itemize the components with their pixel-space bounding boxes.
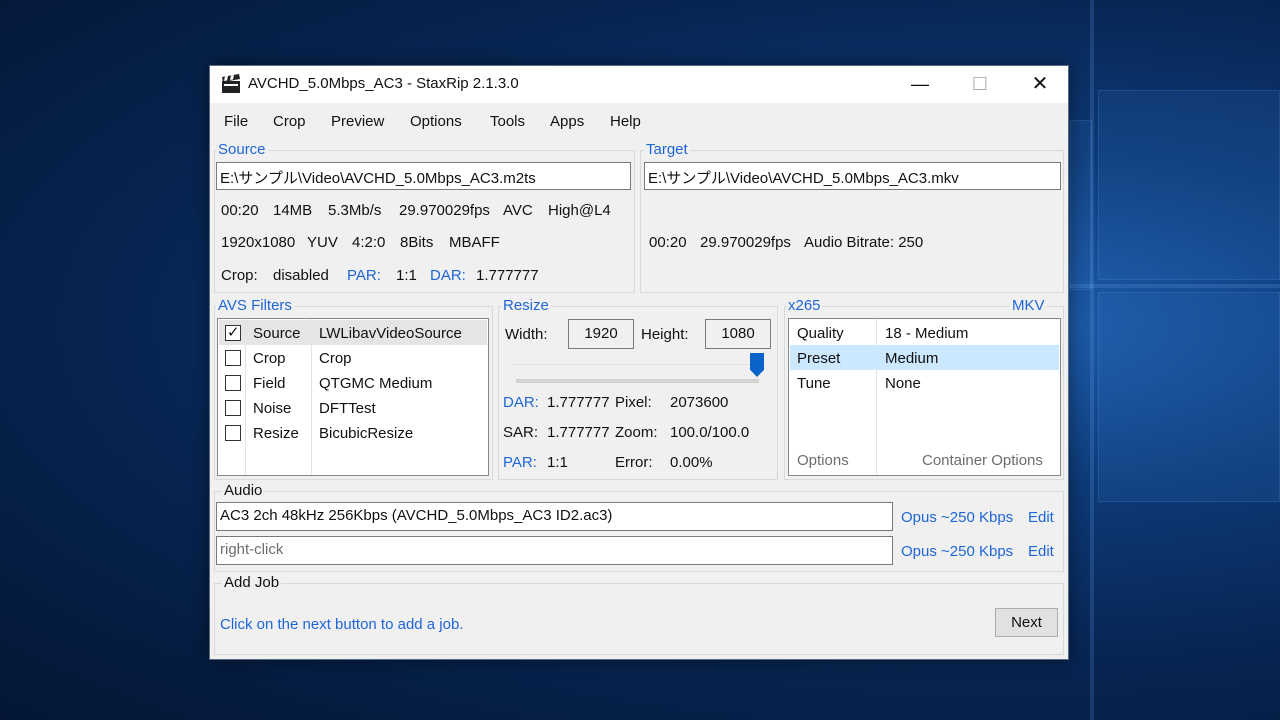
source-size: 14MB: [273, 202, 313, 219]
filter-noise-name[interactable]: DFTTest: [319, 400, 376, 417]
audio-track-2-edit[interactable]: Edit: [1028, 543, 1054, 560]
filter-resize-name[interactable]: BicubicResize: [319, 425, 413, 442]
filter-noise-category[interactable]: Noise: [253, 400, 291, 417]
resize-par-label[interactable]: PAR:: [503, 454, 537, 471]
source-crop-label: Crop:: [221, 267, 258, 284]
container-options-link[interactable]: Container Options: [922, 452, 1043, 469]
filter-source-category[interactable]: Source: [253, 325, 301, 342]
audio-track-1-codec[interactable]: Opus ~250 Kbps: [901, 509, 1013, 526]
audio-track-2-field[interactable]: right-click: [216, 536, 893, 565]
encoder-label[interactable]: x265: [786, 297, 823, 314]
source-bitdepth: 8Bits: [400, 234, 434, 251]
add-job-hint: Click on the next button to add a job.: [220, 616, 464, 633]
target-duration: 00:20: [649, 234, 687, 251]
filter-field-category[interactable]: Field: [253, 375, 286, 392]
menu-options[interactable]: Options: [410, 113, 462, 130]
close-button[interactable]: ✕: [1010, 66, 1070, 103]
clapperboard-icon: [222, 74, 240, 93]
menu-file[interactable]: File: [224, 113, 248, 130]
source-codec: AVC: [503, 202, 533, 219]
filters-label[interactable]: AVS Filters: [216, 297, 294, 314]
audio-track-2-codec[interactable]: Opus ~250 Kbps: [901, 543, 1013, 560]
menu-tools[interactable]: Tools: [490, 113, 525, 130]
encoder-options-link[interactable]: Options: [797, 452, 849, 469]
preset-key[interactable]: Preset: [797, 350, 840, 367]
source-resolution: 1920x1080: [221, 234, 296, 251]
source-path-field[interactable]: E:\サンプル\Video\AVCHD_5.0Mbps_AC3.m2ts: [216, 162, 631, 190]
sar-value: 1.777777: [547, 424, 610, 441]
filter-resize-checkbox[interactable]: [225, 425, 241, 441]
quality-key[interactable]: Quality: [797, 325, 844, 342]
tune-key[interactable]: Tune: [797, 375, 831, 392]
menu-bar: File Crop Preview Options Tools Apps Hel…: [210, 103, 1068, 139]
audio-label: Audio: [222, 482, 265, 499]
target-fps: 29.970029fps: [700, 234, 791, 251]
source-bitrate: 5.3Mb/s: [328, 202, 382, 219]
width-input[interactable]: 1920: [568, 319, 634, 349]
resize-dar-value: 1.777777: [547, 394, 610, 411]
filter-source-checkbox[interactable]: ✓: [225, 324, 241, 341]
filter-crop-name[interactable]: Crop: [319, 350, 352, 367]
next-button[interactable]: Next: [995, 608, 1058, 637]
container-label[interactable]: MKV: [1010, 297, 1047, 314]
error-label: Error:: [615, 454, 653, 471]
minimize-button[interactable]: —: [890, 66, 950, 103]
menu-help[interactable]: Help: [610, 113, 641, 130]
add-job-label: Add Job: [222, 574, 282, 591]
source-duration: 00:20: [221, 202, 259, 219]
source-par-value: 1:1: [396, 267, 417, 284]
audio-track-1-field[interactable]: AC3 2ch 48kHz 256Kbps (AVCHD_5.0Mbps_AC3…: [216, 502, 893, 531]
resize-par-value: 1:1: [547, 454, 568, 471]
error-value: 0.00%: [670, 454, 713, 471]
height-label: Height:: [641, 326, 689, 343]
source-colorspace: YUV: [307, 234, 338, 251]
target-label[interactable]: Target: [644, 141, 690, 158]
tune-value[interactable]: None: [885, 375, 921, 392]
check-icon: ✓: [227, 324, 240, 341]
source-label[interactable]: Source: [216, 141, 268, 158]
source-dar-label[interactable]: DAR:: [430, 267, 466, 284]
resize-dar-label[interactable]: DAR:: [503, 394, 539, 411]
source-crop-value: disabled: [273, 267, 329, 284]
zoom-label: Zoom:: [615, 424, 658, 441]
filter-crop-category[interactable]: Crop: [253, 350, 286, 367]
resize-slider-track[interactable]: [516, 379, 759, 383]
filter-source-name[interactable]: LWLibavVideoSource: [319, 325, 462, 342]
zoom-value: 100.0/100.0: [670, 424, 750, 441]
sar-label: SAR:: [503, 424, 539, 441]
source-fps: 29.970029fps: [399, 202, 490, 219]
pixel-value: 2073600: [670, 394, 729, 411]
height-input[interactable]: 1080: [705, 319, 771, 349]
filter-noise-checkbox[interactable]: [225, 400, 241, 416]
title-bar[interactable]: AVCHD_5.0Mbps_AC3 - StaxRip 2.1.3.0 — ☐ …: [210, 66, 1068, 103]
target-path-field[interactable]: E:\サンプル\Video\AVCHD_5.0Mbps_AC3.mkv: [644, 162, 1061, 190]
filter-resize-category[interactable]: Resize: [253, 425, 299, 442]
width-label: Width:: [505, 326, 548, 343]
window-title: AVCHD_5.0Mbps_AC3 - StaxRip 2.1.3.0: [248, 75, 519, 92]
source-chroma: 4:2:0: [352, 234, 386, 251]
source-dar-value: 1.777777: [476, 267, 539, 284]
resize-slider-guide: [510, 364, 758, 365]
menu-crop[interactable]: Crop: [273, 113, 306, 130]
target-audio-bitrate: Audio Bitrate: 250: [804, 234, 924, 251]
filter-field-name[interactable]: QTGMC Medium: [319, 375, 432, 392]
filter-crop-checkbox[interactable]: [225, 350, 241, 366]
quality-value[interactable]: 18 - Medium: [885, 325, 968, 342]
maximize-button[interactable]: ☐: [950, 66, 1010, 103]
source-scan-type: MBAFF: [449, 234, 500, 251]
menu-preview[interactable]: Preview: [331, 113, 384, 130]
resize-label[interactable]: Resize: [501, 297, 551, 314]
menu-apps[interactable]: Apps: [550, 113, 584, 130]
source-profile: High@L4: [548, 202, 611, 219]
preset-value[interactable]: Medium: [885, 350, 938, 367]
audio-track-1-edit[interactable]: Edit: [1028, 509, 1054, 526]
pixel-label: Pixel:: [615, 394, 652, 411]
filter-field-checkbox[interactable]: [225, 375, 241, 391]
source-par-label[interactable]: PAR:: [347, 267, 381, 284]
